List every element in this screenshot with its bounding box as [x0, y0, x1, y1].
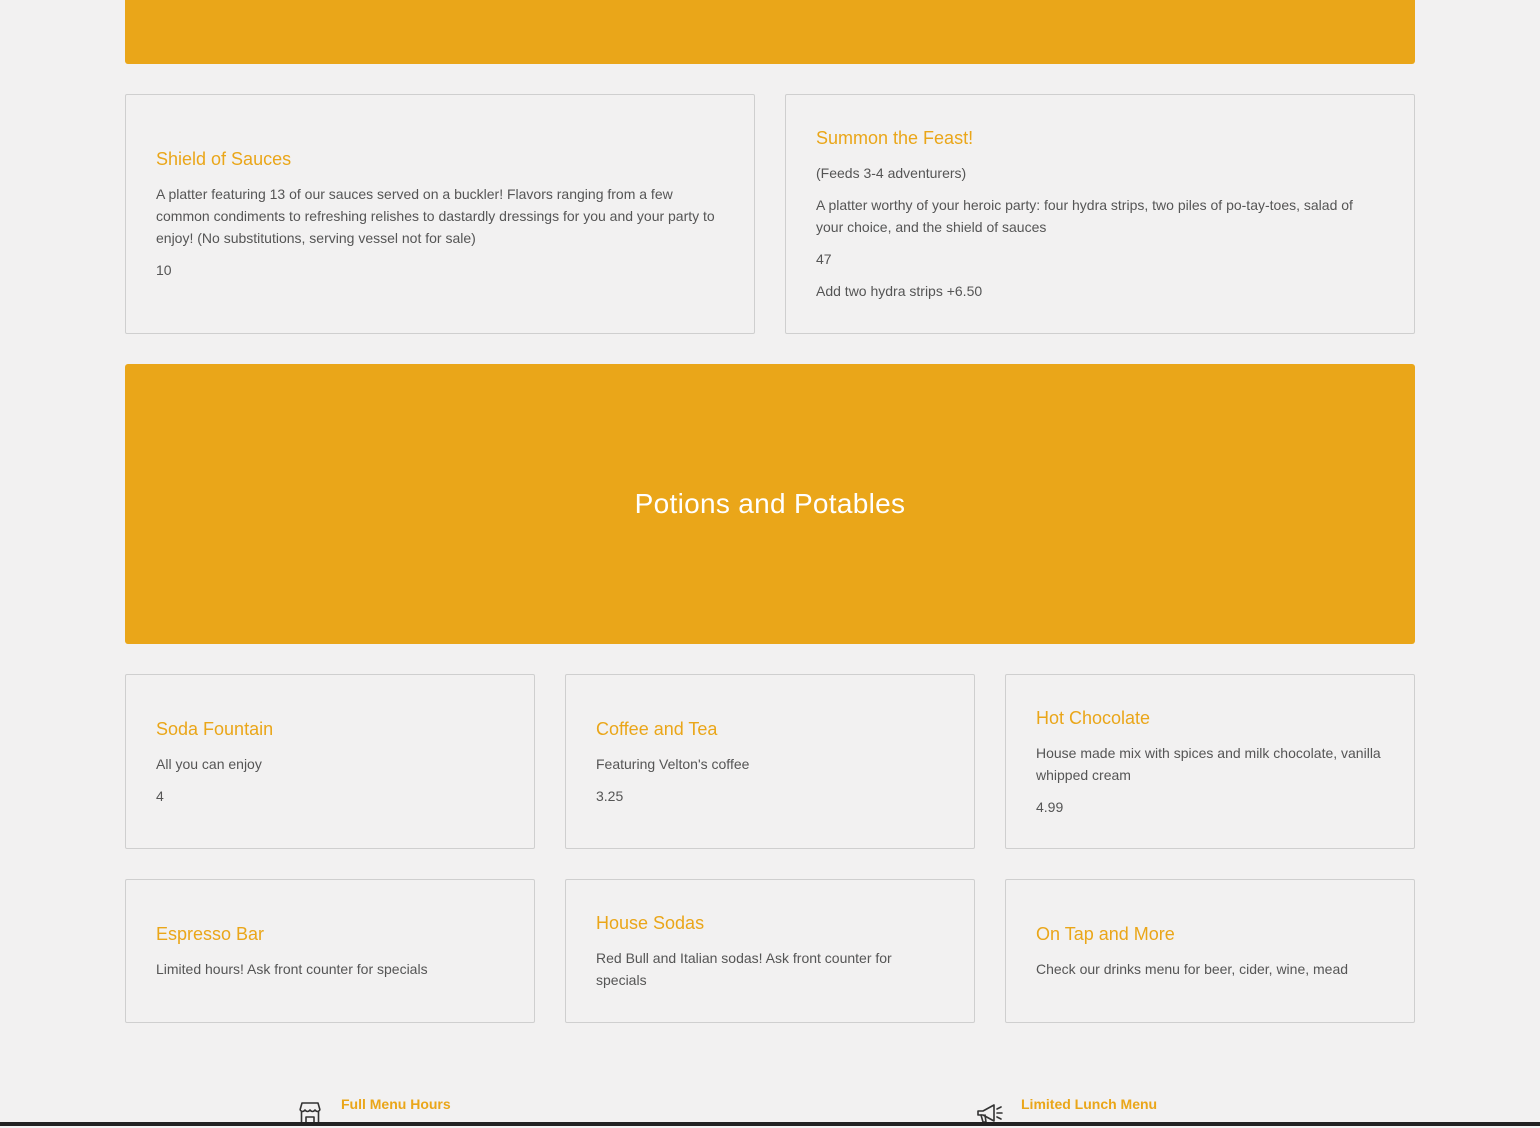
menu-item-card: Coffee and Tea Featuring Velton's coffee…	[565, 674, 975, 849]
menu-item-title: Espresso Bar	[156, 924, 265, 944]
menu-item-card: Shield of Sauces A platter featuring 13 …	[125, 94, 755, 334]
menu-item-addon: Add two hydra strips +6.50	[816, 283, 983, 299]
menu-item-description: Red Bull and Italian sodas! Ask front co…	[596, 950, 892, 988]
menu-item-description: All you can enjoy	[156, 755, 262, 772]
menu-item-price: 3.25	[596, 787, 624, 804]
section-banner-drinks: Potions and Potables	[125, 364, 1415, 644]
menu-item-card: On Tap and More Check our drinks menu fo…	[1005, 879, 1415, 1023]
menu-item-title: On Tap and More	[1036, 924, 1175, 944]
menu-item-description: Check our drinks menu for beer, cider, w…	[1036, 961, 1349, 977]
footer-link-label[interactable]: Full Menu Hours	[341, 1094, 451, 1114]
menu-item-description: Limited hours! Ask front counter for spe…	[156, 961, 428, 977]
menu-item-price: 4	[156, 787, 164, 804]
menu-item-title: Coffee and Tea	[596, 718, 718, 739]
menu-item-title: Summon the Feast!	[816, 128, 974, 148]
section-title: Potions and Potables	[634, 488, 906, 519]
bottom-bar	[0, 1122, 1540, 1126]
menu-item-card: Summon the Feast! (Feeds 3-4 adventurers…	[785, 94, 1415, 334]
menu-item-price: 47	[816, 251, 832, 267]
menu-item-description: A platter worthy of your heroic party: f…	[816, 197, 1353, 235]
drinks-row-2: Espresso Bar Limited hours! Ask front co…	[125, 879, 1415, 1023]
platters-row: Shield of Sauces A platter featuring 13 …	[125, 94, 1415, 334]
menu-item-description: House made mix with spices and milk choc…	[1036, 744, 1381, 783]
drinks-row-1: Soda Fountain All you can enjoy 4 Coffee…	[125, 674, 1415, 849]
menu-item-title: House Sodas	[596, 913, 705, 933]
footer-link-label[interactable]: Limited Lunch Menu	[1021, 1094, 1157, 1114]
section-banner-top	[125, 0, 1415, 64]
menu-item-card: Espresso Bar Limited hours! Ask front co…	[125, 879, 535, 1023]
menu-item-title: Soda Fountain	[156, 718, 274, 739]
menu-item-card: Soda Fountain All you can enjoy 4	[125, 674, 535, 849]
menu-item-title: Hot Chocolate	[1036, 707, 1151, 728]
menu-item-description: Featuring Velton's coffee	[596, 755, 750, 772]
menu-item-description: A platter featuring 13 of our sauces ser…	[156, 186, 715, 246]
menu-item-price: 10	[156, 262, 172, 278]
menu-item-price: 4.99	[1036, 798, 1064, 815]
menu-item-note: (Feeds 3-4 adventurers)	[816, 165, 967, 181]
menu-item-card: House Sodas Red Bull and Italian sodas! …	[565, 879, 975, 1023]
menu-item-card: Hot Chocolate House made mix with spices…	[1005, 674, 1415, 849]
menu-item-title: Shield of Sauces	[156, 149, 292, 169]
